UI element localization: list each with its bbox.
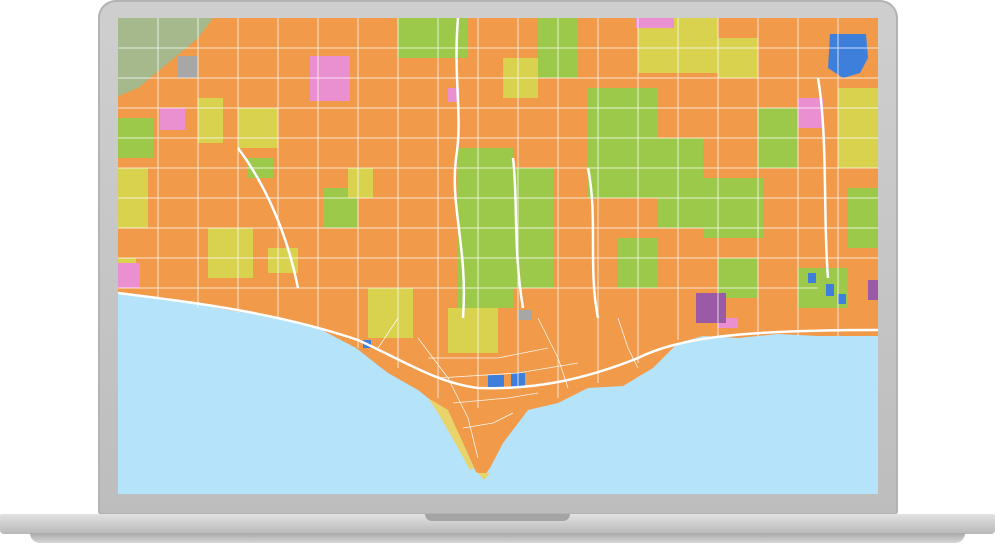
laptop-base-bottom — [30, 533, 965, 543]
land-use-map[interactable] — [118, 18, 878, 494]
laptop-mockup — [0, 0, 995, 547]
map-screen[interactable] — [118, 18, 878, 494]
laptop-notch — [425, 514, 570, 521]
